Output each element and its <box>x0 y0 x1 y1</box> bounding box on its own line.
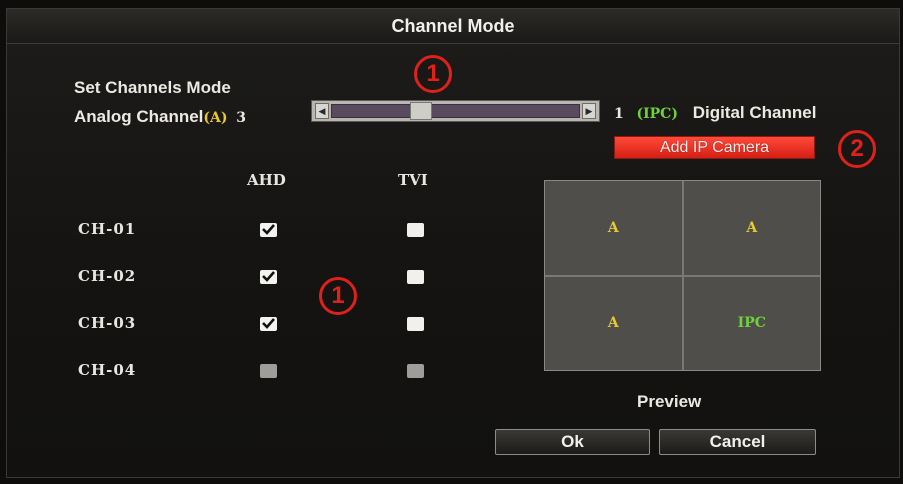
slider-thumb[interactable] <box>410 102 433 120</box>
annotation-badge-1b: 1 <box>319 277 357 315</box>
analog-channel-label: Analog Channel(A) 3 <box>74 107 246 127</box>
ahd-checkbox[interactable] <box>260 270 277 284</box>
set-channels-mode-heading: Set Channels Mode <box>74 78 231 97</box>
annotation-badge-2: 2 <box>838 130 876 168</box>
preview-cell-3: A <box>545 276 682 370</box>
digital-tag: (IPC) <box>636 106 678 122</box>
check-icon <box>262 271 275 282</box>
column-header-tvi: TVI <box>398 171 428 189</box>
tvi-checkbox[interactable] <box>407 270 424 284</box>
channel-mode-slider[interactable]: ◀ ▶ <box>311 100 600 122</box>
slider-track[interactable] <box>331 104 580 118</box>
digital-channel-text: Digital Channel <box>692 103 817 122</box>
column-header-ahd: AHD <box>247 171 286 189</box>
ahd-checkbox[interactable] <box>260 317 277 331</box>
ok-button[interactable]: Ok <box>495 429 650 455</box>
channel-label: CH-02 <box>78 267 137 285</box>
check-icon <box>262 318 275 329</box>
preview-cell-2: A <box>683 181 820 275</box>
tvi-checkbox <box>407 364 424 378</box>
preview-label: Preview <box>637 392 702 411</box>
analog-channel-text: Analog Channel <box>74 107 204 126</box>
arrow-right-icon[interactable]: ▶ <box>582 103 596 119</box>
arrow-left-icon[interactable]: ◀ <box>315 103 329 119</box>
digital-count: 1 <box>614 106 624 122</box>
channel-label: CH-01 <box>78 220 137 238</box>
analog-count: 3 <box>236 110 247 126</box>
digital-channel-label: 1 (IPC) Digital Channel <box>614 103 816 123</box>
preview-cell-1: A <box>545 181 682 275</box>
annotation-badge-1: 1 <box>414 55 452 93</box>
add-ip-camera-button[interactable]: Add IP Camera <box>614 136 815 159</box>
analog-tag: (A) <box>203 110 228 126</box>
channel-label: CH-04 <box>78 361 137 379</box>
tvi-checkbox[interactable] <box>407 223 424 237</box>
dialog-title: Channel Mode <box>7 9 899 44</box>
channel-label: CH-03 <box>78 314 137 332</box>
ahd-checkbox[interactable] <box>260 223 277 237</box>
preview-cell-4: IPC <box>683 276 820 370</box>
check-icon <box>262 224 275 235</box>
cancel-button[interactable]: Cancel <box>659 429 816 455</box>
preview-grid: A A A IPC <box>544 180 821 371</box>
tvi-checkbox[interactable] <box>407 317 424 331</box>
ahd-checkbox <box>260 364 277 378</box>
